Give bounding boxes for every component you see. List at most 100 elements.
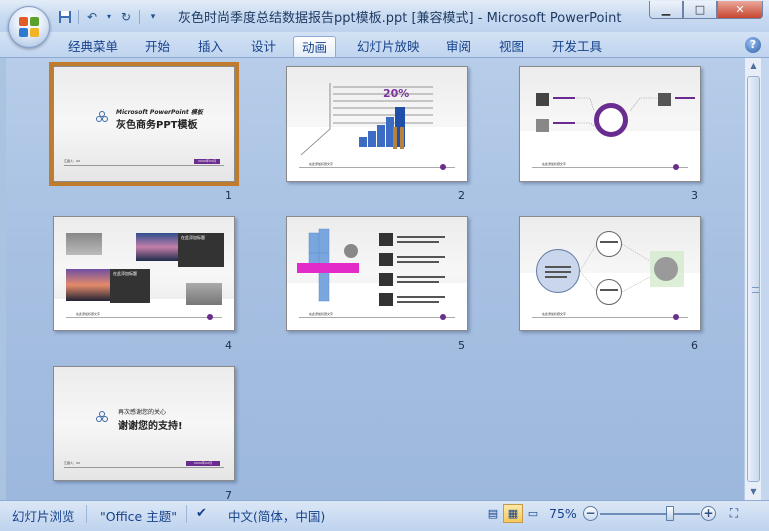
- slide-footer-line: [64, 165, 224, 166]
- purple-dot: [207, 314, 213, 320]
- purple-dot: [440, 164, 446, 170]
- zoom-level[interactable]: 75%: [549, 506, 577, 521]
- slide-thumbnail-7[interactable]: 再次感谢您的关心 谢谢您的支持! 汇报人：XX XXXX年XX月: [53, 366, 235, 481]
- slide-footer-text: 在此添加标题文字: [542, 162, 567, 166]
- slide-footer-text: 在此添加标题文字: [542, 312, 567, 316]
- minimize-icon[interactable]: ▁: [649, 1, 683, 19]
- zoom-out-icon[interactable]: −: [583, 506, 598, 521]
- slide-brand: Microsoft PowerPoint 模板: [116, 109, 203, 116]
- redo-icon[interactable]: ↻: [117, 8, 135, 26]
- status-separator: [86, 505, 87, 523]
- scroll-down-icon[interactable]: ▼: [745, 484, 762, 500]
- window-edge: [761, 58, 769, 500]
- tab-review[interactable]: 审阅: [438, 36, 479, 57]
- theme-name[interactable]: "Office 主题": [100, 506, 177, 525]
- slide-footer-line: [64, 467, 224, 468]
- slide-thumbnail-3[interactable]: 在此添加标题文字: [519, 66, 701, 182]
- text-placeholder: [397, 301, 439, 303]
- tab-classic-menu[interactable]: 经典菜单: [60, 36, 126, 57]
- slide-thumbnail-6[interactable]: 在此添加标题文字: [519, 216, 701, 331]
- qat-separator: [78, 9, 79, 24]
- block-label: 在此添加标题: [181, 235, 205, 240]
- tab-insert[interactable]: 插入: [190, 36, 231, 57]
- window-controls: ▁ □ ✕: [649, 1, 763, 19]
- tab-animations[interactable]: 动画: [293, 36, 337, 57]
- block-label: 在此添加标题: [113, 271, 137, 276]
- fit-to-window-icon[interactable]: ⛶: [724, 504, 744, 523]
- slide-footer-line: [66, 317, 222, 318]
- window-title: 灰色时尚季度总结数据报告ppt模板.ppt [兼容模式] - Microsoft…: [178, 11, 622, 26]
- photo-thumbnail: [66, 233, 102, 255]
- photo-thumbnail: [66, 269, 110, 301]
- spellcheck-icon[interactable]: ✔: [196, 506, 207, 521]
- text-placeholder: [397, 261, 439, 263]
- tab-home[interactable]: 开始: [137, 36, 178, 57]
- slide-number-4: 4: [225, 339, 232, 352]
- language-name[interactable]: 中文(简体，中国): [228, 506, 325, 525]
- help-icon[interactable]: ?: [745, 37, 761, 53]
- text-placeholder: [397, 296, 445, 298]
- close-icon[interactable]: ✕: [717, 1, 763, 19]
- maximize-icon[interactable]: □: [683, 1, 717, 19]
- date-badge: XXXX年XX月: [186, 461, 220, 466]
- photo-thumbnail: [136, 233, 178, 261]
- purple-dot: [673, 314, 679, 320]
- slide-sorter-view-icon[interactable]: ▦: [503, 504, 523, 523]
- purple-dot: [440, 314, 446, 320]
- slide-thumbnail-4[interactable]: 在此添加标题 在此添加标题 在此添加标题文字: [53, 216, 235, 331]
- logo-icon: [96, 411, 108, 423]
- tab-developer[interactable]: 开发工具: [544, 36, 610, 57]
- text-placeholder: [397, 281, 439, 283]
- slide-number-1: 1: [225, 189, 232, 202]
- slide-footer-text: 汇报人：XX: [64, 461, 81, 465]
- photo-thumbnail: [186, 283, 222, 305]
- icon-box: [379, 233, 393, 246]
- icon-box: [379, 253, 393, 266]
- slide-thumbnail-2[interactable]: 20% 在此添加标题文字: [286, 66, 468, 182]
- zoom-in-icon[interactable]: +: [701, 506, 716, 521]
- tab-design[interactable]: 设计: [243, 36, 284, 57]
- scroll-thumb[interactable]: [747, 76, 760, 482]
- vertical-scrollbar[interactable]: ▲ ▼: [744, 58, 761, 500]
- undo-dropdown-icon[interactable]: ▾: [105, 8, 113, 26]
- normal-view-icon[interactable]: ▤: [483, 504, 503, 523]
- slide-thumbnail-5[interactable]: 在此添加标题文字: [286, 216, 468, 331]
- undo-icon[interactable]: ↶: [83, 8, 101, 26]
- quick-access-toolbar: ↶ ▾ ↻ ▾: [56, 7, 162, 26]
- text-placeholder: [397, 276, 445, 278]
- slide-number-2: 2: [458, 189, 465, 202]
- grip-icon: [752, 287, 759, 293]
- slideshow-view-icon[interactable]: ▭: [523, 504, 543, 523]
- slide-sorter: Microsoft PowerPoint 模板 灰色商务PPT模板 汇报人：XX…: [6, 58, 744, 500]
- title-bar: ↶ ▾ ↻ ▾ 灰色时尚季度总结数据报告ppt模板.ppt [兼容模式] - M…: [0, 0, 769, 32]
- tab-slideshow[interactable]: 幻灯片放映: [349, 36, 428, 57]
- logo-icon: [96, 111, 108, 123]
- slide-number-6: 6: [691, 339, 698, 352]
- slide-number-5: 5: [458, 339, 465, 352]
- save-icon[interactable]: [56, 8, 74, 26]
- slide-footer-line: [532, 167, 688, 168]
- text-block: 在此添加标题: [110, 269, 150, 303]
- office-button[interactable]: [8, 6, 50, 48]
- scroll-up-icon[interactable]: ▲: [745, 58, 762, 74]
- icon-box: [379, 293, 393, 306]
- slide-footer-line: [532, 317, 688, 318]
- tab-view[interactable]: 视图: [491, 36, 532, 57]
- slide-title: 谢谢您的支持!: [118, 421, 183, 432]
- slide-footer-line: [299, 167, 455, 168]
- slide-footer-text: 在此添加标题文字: [309, 312, 334, 316]
- icon-box: [379, 273, 393, 286]
- text-placeholder: [397, 236, 445, 238]
- slide-thumbnail-1[interactable]: Microsoft PowerPoint 模板 灰色商务PPT模板 汇报人：XX…: [49, 62, 239, 186]
- slide-title: 灰色商务PPT模板: [116, 120, 198, 131]
- text-placeholder: [397, 256, 445, 258]
- customize-icon[interactable]: ▾: [144, 8, 162, 26]
- text-block: 在此添加标题: [178, 233, 224, 267]
- slide-footer-text: 在此添加标题文字: [309, 162, 334, 166]
- zoom-slider-thumb[interactable]: [666, 506, 674, 521]
- slide-number-3: 3: [691, 189, 698, 202]
- slide-subtitle: 再次感谢您的关心: [118, 409, 167, 416]
- slide-footer-text: 在此添加标题文字: [76, 312, 101, 316]
- zoom-slider[interactable]: [600, 513, 700, 515]
- qat-separator-2: [139, 9, 140, 24]
